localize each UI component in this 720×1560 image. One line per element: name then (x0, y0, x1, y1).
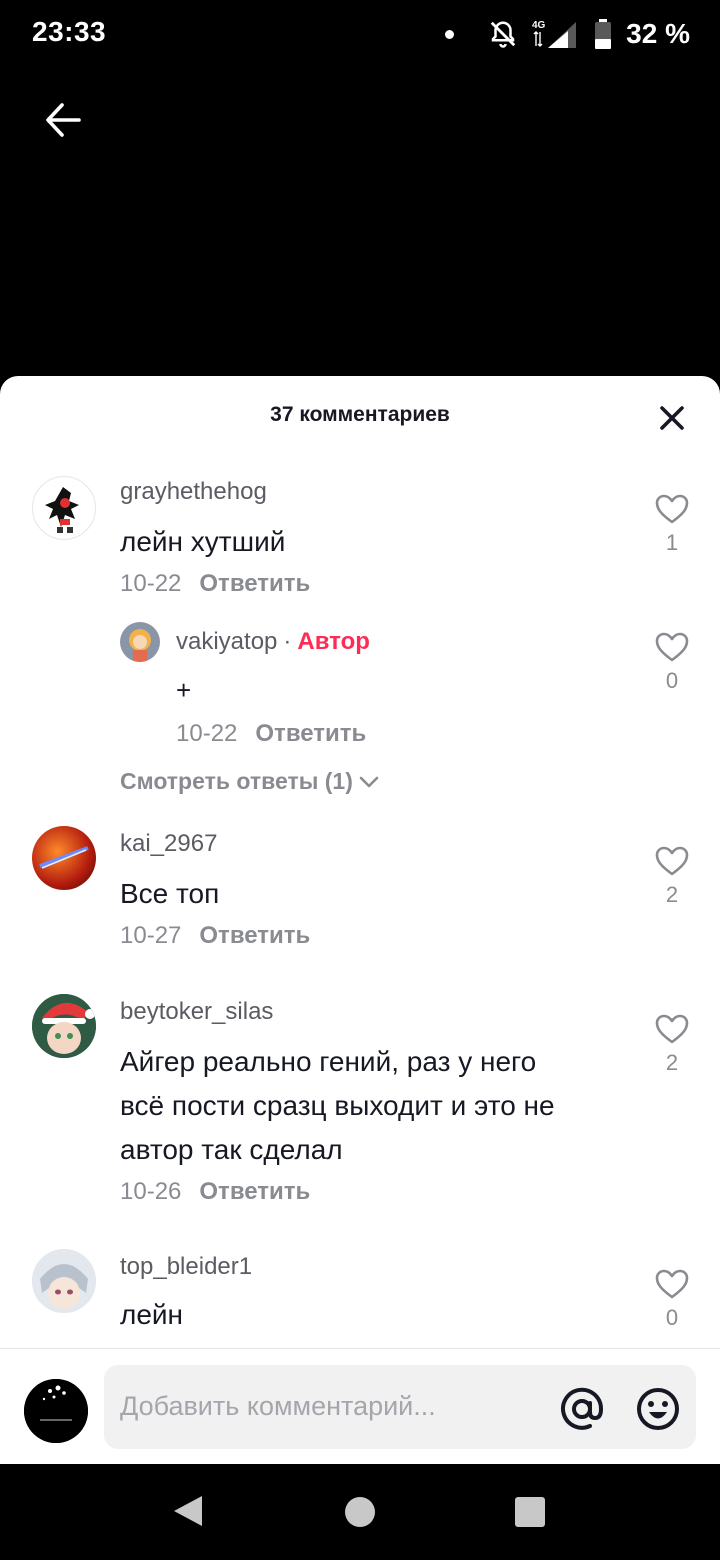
triangle-back-icon (174, 1496, 202, 1526)
comment-text: Все топ (120, 878, 220, 909)
reply-text: + (176, 675, 192, 705)
avatar[interactable] (32, 826, 96, 890)
network-label: 4G (532, 20, 546, 31)
comment-item: beytoker_silas Айгер реально гений, раз … (0, 994, 720, 1214)
view-replies-button[interactable]: Смотреть ответы (1) (120, 768, 381, 795)
comment-username[interactable]: kai_2967 (120, 830, 217, 858)
avatar[interactable] (32, 994, 96, 1058)
comments-sheet: 37 комментариев grayhethehog лейн хутший… (0, 376, 720, 1464)
comment-item: top_bleider1 лейн 0 (0, 1249, 720, 1349)
status-time: 23:33 (32, 16, 107, 47)
comment-username[interactable]: beytoker_silas (120, 998, 273, 1026)
comment-input-placeholder: Добавить комментарий... (120, 1391, 436, 1421)
comment-date: 10-26 (120, 1178, 182, 1205)
heart-icon (655, 494, 689, 524)
battery-icon (594, 19, 612, 49)
like-count: 0 (665, 668, 679, 693)
comment-date: 10-27 (120, 922, 182, 949)
signal-icon: 4G (532, 18, 580, 50)
system-nav-bar (0, 1464, 720, 1560)
comment-text: лейн (120, 1299, 184, 1330)
reply-button[interactable]: Ответить (255, 720, 366, 748)
comment-username[interactable]: top_bleider1 (120, 1253, 252, 1281)
comments-count-title: 37 комментариев (270, 403, 450, 426)
close-icon (660, 406, 684, 430)
mention-button[interactable] (558, 1385, 606, 1433)
like-count: 0 (665, 1305, 679, 1330)
status-icons: 4G 32 % (445, 16, 690, 52)
emoji-icon (637, 1388, 679, 1430)
reply-username[interactable]: vakiyatop (176, 628, 277, 655)
like-count: 2 (665, 882, 679, 907)
reply-button[interactable]: Ответить (199, 570, 310, 598)
sheet-header: 37 комментариев (0, 376, 720, 456)
comment-text-line: всё пости сразц выходит и это не (120, 1090, 555, 1121)
reply-date: 10-22 (176, 720, 238, 747)
like-button[interactable]: 0 (652, 1269, 692, 1331)
battery-percent: 32 % (626, 18, 690, 49)
nav-back-button[interactable] (172, 1494, 204, 1533)
like-button[interactable]: 1 (652, 494, 692, 556)
view-replies-label: Смотреть ответы (1) (120, 768, 353, 794)
comment-meta: 10-26 Ответить (120, 1178, 310, 1206)
heart-icon (655, 846, 689, 876)
nav-recents-button[interactable] (515, 1497, 545, 1527)
comment-input-bar: Добавить комментарий... (0, 1348, 720, 1464)
comment-item: kai_2967 Все топ 10-27 Ответить 2 (0, 826, 720, 956)
status-bar: 23:33 4G 32 % (0, 0, 720, 70)
page: 23:33 4G 32 % 37 комментариев grayhetheh… (0, 0, 720, 1560)
comment-text-line: автор так сделал (120, 1134, 343, 1165)
reply-username-row: vakiyatop · Автор (176, 628, 370, 655)
at-sign-icon (561, 1387, 604, 1430)
heart-icon (655, 1269, 689, 1299)
back-button[interactable] (36, 94, 88, 146)
author-badge: Автор (297, 628, 370, 655)
my-avatar[interactable] (24, 1379, 88, 1443)
like-button[interactable]: 2 (652, 1014, 692, 1076)
avatar[interactable] (32, 1249, 96, 1313)
comment-text-line: Айгер реально гений, раз у него (120, 1046, 537, 1077)
emoji-button[interactable] (634, 1385, 682, 1433)
like-count: 1 (665, 530, 679, 555)
reply-avatar[interactable] (120, 622, 160, 662)
comment-input[interactable]: Добавить комментарий... (104, 1365, 696, 1449)
arrow-left-icon (46, 103, 81, 137)
chevron-down-icon (359, 776, 379, 787)
reply-button[interactable]: Ответить (199, 1178, 310, 1206)
comment-item: grayhethehog лейн хутший 10-22 Ответить … (0, 474, 720, 794)
reply-meta: 10-22 Ответить (176, 720, 366, 748)
comment-meta: 10-27 Ответить (120, 922, 310, 950)
nav-home-button[interactable] (345, 1497, 375, 1527)
reply-like-button[interactable]: 0 (652, 632, 692, 694)
comment-text: лейн хутший (120, 526, 286, 557)
comment-meta: 10-22 Ответить (120, 570, 310, 598)
like-count: 2 (665, 1050, 679, 1075)
comment-date: 10-22 (120, 570, 182, 597)
close-button[interactable] (654, 400, 690, 436)
notification-dot-icon (445, 29, 455, 39)
reply-button[interactable]: Ответить (199, 922, 310, 950)
like-button[interactable]: 2 (652, 846, 692, 908)
heart-icon (655, 632, 689, 662)
avatar[interactable] (32, 476, 96, 540)
bell-muted-icon (488, 19, 518, 49)
comment-username[interactable]: grayhethehog (120, 478, 267, 506)
heart-icon (655, 1014, 689, 1044)
